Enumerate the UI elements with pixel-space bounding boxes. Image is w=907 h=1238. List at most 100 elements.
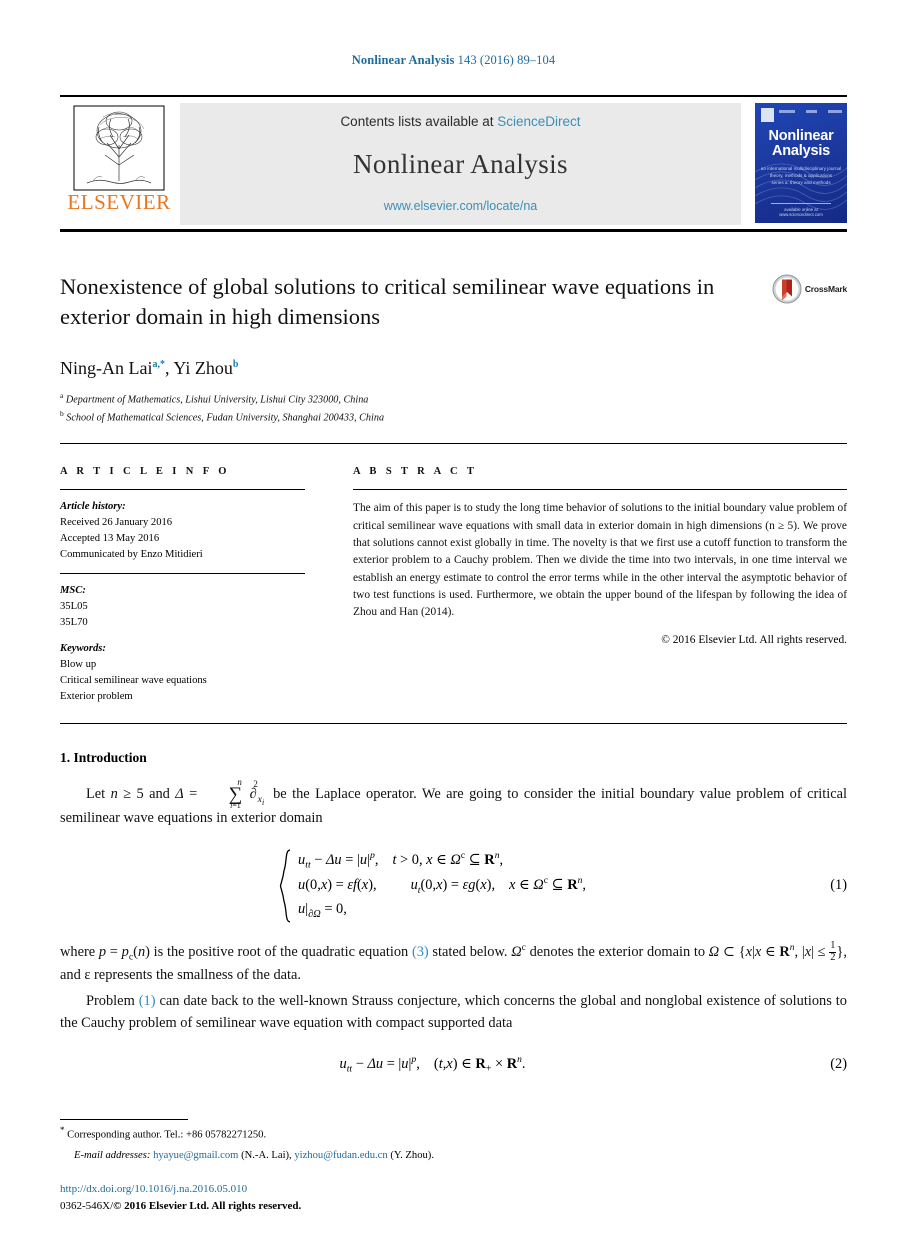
article-history-item: Accepted 13 May 2016	[60, 533, 160, 545]
elsevier-tree-icon	[73, 105, 165, 191]
equation-1: utt − Δu = |u|p, t > 0, x ∈ Ωc ⊆ Rn, u(0,…	[60, 848, 847, 924]
email-label: E-mail addresses:	[74, 1149, 151, 1161]
author-marks[interactable]: b	[233, 359, 239, 370]
corresponding-author-text: Corresponding author. Tel.: +86 05782271…	[67, 1129, 267, 1141]
email-addresses-note: E-mail addresses: hyayue@gmail.com (N.-A…	[60, 1147, 847, 1164]
introduction-section: 1. Introduction Let n ≥ 5 and Δ = ∑ i=1 n …	[60, 750, 847, 1075]
running-head-citation: 143 (2016) 89–104	[454, 53, 556, 67]
running-head-journal: Nonlinear Analysis	[351, 53, 455, 67]
abstract-column: A B S T R A C T The aim of this paper is…	[353, 466, 847, 705]
cover-footer: available online at www.sciencedirect.co…	[771, 203, 831, 217]
affiliation-item: a Department of Mathematics, Lishui Univ…	[60, 390, 847, 408]
affiliation-mark: b	[60, 409, 64, 419]
email-link[interactable]: yizhou@fudan.edu.cn	[294, 1150, 387, 1161]
equation-1-brace-group: utt − Δu = |u|p, t > 0, x ∈ Ωc ⊆ Rn, u(0,…	[279, 848, 586, 924]
corresponding-author-note: * Corresponding author. Tel.: +86 057822…	[60, 1123, 847, 1144]
cover-title-line2: Analysis	[771, 142, 831, 159]
journal-cover-thumbnail: Nonlinear Analysis an international mult…	[755, 103, 847, 223]
paragraph-intro-1: Let n ≥ 5 and Δ = ∑ i=1 n ∂xi2 be the Lapl…	[60, 777, 848, 827]
title-block: Nonexistence of global solutions to crit…	[60, 272, 847, 426]
cover-sub-line3: series a: theory and methods	[771, 180, 831, 186]
p3-text-a: Problem	[86, 992, 139, 1009]
affiliation-mark: a	[60, 390, 64, 400]
equation-reference-3[interactable]: (3)	[412, 944, 429, 960]
author-name: Ning-An Lai	[60, 357, 153, 378]
journal-masthead: ELSEVIER Contents lists available at Sci…	[60, 95, 847, 225]
cover-sub-line1: an international multidisciplinary journ…	[760, 166, 842, 171]
affiliation-item: b School of Mathematical Sciences, Fudan…	[60, 408, 847, 426]
equation-1-line-3: u|∂Ω = 0,	[298, 901, 347, 921]
email-link[interactable]: hyayue@gmail.com	[153, 1150, 238, 1161]
cover-subtitle: an international multidisciplinary journ…	[755, 165, 847, 186]
doi-link[interactable]: http://dx.doi.org/10.1016/j.na.2016.05.0…	[60, 1181, 301, 1198]
keywords-group: Keywords: Blow up Critical semilinear wa…	[60, 641, 305, 705]
msc-group: MSC: 35L05 35L70	[60, 583, 305, 631]
left-brace-icon	[279, 848, 292, 924]
equation-1-body: utt − Δu = |u|p, t > 0, x ∈ Ωc ⊆ Rn, u(0,…	[60, 848, 805, 924]
equation-2-number: (2)	[830, 1055, 847, 1072]
p2-text-a: where	[60, 943, 99, 960]
abstract-copyright: © 2016 Elsevier Ltd. All rights reserved…	[661, 633, 847, 646]
equation-1-lines: utt − Δu = |u|p, t > 0, x ∈ Ωc ⊆ Rn, u(0,…	[298, 848, 586, 924]
equation-reference-1[interactable]: (1)	[139, 993, 156, 1009]
article-history-item: Received 26 January 2016	[60, 517, 173, 529]
doi-copyright-area: http://dx.doi.org/10.1016/j.na.2016.05.0…	[60, 1181, 301, 1214]
cover-elsevier-icon	[761, 108, 774, 122]
article-history-item: Communicated by Enzo Mitidieri	[60, 548, 203, 560]
author-name: Yi Zhou	[173, 357, 233, 378]
equation-2: utt − Δu = |u|p, (t,x) ∈ R+ × Rn. (2)	[60, 1054, 847, 1075]
msc-label: MSC:	[60, 584, 86, 596]
affiliation-text: Department of Mathematics, Lishui Univer…	[65, 394, 369, 406]
keyword-item: Blow up	[60, 659, 97, 671]
issn-text: 0362-546X/	[60, 1199, 114, 1212]
article-info-rule	[60, 489, 305, 491]
abstract-heading: A B S T R A C T	[353, 466, 478, 478]
cover-sub-line2: theory, methods & applications	[769, 173, 833, 179]
equation-2-line: utt − Δu = |u|p, (t,x) ∈ R+ × Rn.	[339, 1054, 526, 1075]
contents-available-line: Contents lists available at ScienceDirec…	[340, 114, 580, 129]
intro-text-pre: Let	[86, 785, 111, 802]
affiliation-text: School of Mathematical Sciences, Fudan U…	[66, 412, 385, 424]
p2-text-b: is the positive root of the quadratic eq…	[149, 943, 412, 960]
issn-copyright-line: 0362-546X/© 2016 Elsevier Ltd. All right…	[60, 1198, 301, 1215]
p2-text-c: stated below.	[428, 943, 512, 960]
email-owner: (N.-A. Lai),	[241, 1149, 292, 1161]
cover-title: Nonlinear Analysis	[755, 129, 847, 159]
article-info-heading: A R T I C L E I N F O	[60, 466, 230, 478]
msc-item: 35L70	[60, 616, 88, 628]
equation-1-number: (1)	[830, 877, 847, 894]
equation-2-body: utt − Δu = |u|p, (t,x) ∈ R+ × Rn.	[60, 1054, 805, 1075]
author-list: Ning-An Laia,*, Yi Zhoub	[60, 357, 239, 378]
sciencedirect-link[interactable]: ScienceDirect	[497, 114, 580, 129]
cover-title-line1: Nonlinear	[768, 128, 834, 144]
msc-item: 35L05	[60, 600, 88, 612]
title-bottom-rule	[60, 443, 847, 445]
elsevier-logo: ELSEVIER	[60, 103, 178, 225]
author-marks[interactable]: a,*	[152, 359, 165, 370]
keywords-label: Keywords:	[60, 643, 106, 655]
abstract-rule	[353, 489, 847, 491]
email-owner: (Y. Zhou).	[390, 1149, 434, 1161]
journal-homepage-link[interactable]: www.elsevier.com/locate/na	[384, 199, 538, 213]
crossmark-badge[interactable]: CrossMark	[772, 274, 847, 304]
equation-1-line-1: utt − Δu = |u|p, t > 0, x ∈ Ωc ⊆ Rn,	[298, 850, 504, 871]
abstract-text: The aim of this paper is to study the lo…	[353, 502, 847, 619]
elsevier-wordmark: ELSEVIER	[67, 190, 171, 214]
journal-title: Nonlinear Analysis	[353, 148, 568, 179]
abstract-bottom-rule	[60, 723, 847, 725]
msc-top-rule	[60, 572, 305, 574]
affiliation-list: a Department of Mathematics, Lishui Univ…	[60, 390, 847, 426]
column-gap	[305, 466, 353, 705]
p3-text-b: can date back to the well-known Strauss …	[60, 992, 847, 1031]
article-info-column: A R T I C L E I N F O Article history: R…	[60, 466, 305, 705]
cover-top-labels	[779, 110, 842, 118]
running-head: Nonlinear Analysis 143 (2016) 89–104	[60, 0, 847, 68]
article-history-group: Article history: Received 26 January 201…	[60, 499, 305, 563]
section-heading: 1. Introduction	[60, 750, 147, 766]
issn-copyright-text: © 2016 Elsevier Ltd. All rights reserved…	[113, 1199, 302, 1212]
article-history-label: Article history:	[60, 501, 126, 513]
footnote-area: * Corresponding author. Tel.: +86 057822…	[60, 1119, 847, 1164]
equation-1-line-2: u(0,x) = εf(x), ut(0,x) = εg(x), x ∈ Ωc ⊆ …	[298, 875, 586, 896]
asterisk-mark: *	[60, 1125, 65, 1136]
